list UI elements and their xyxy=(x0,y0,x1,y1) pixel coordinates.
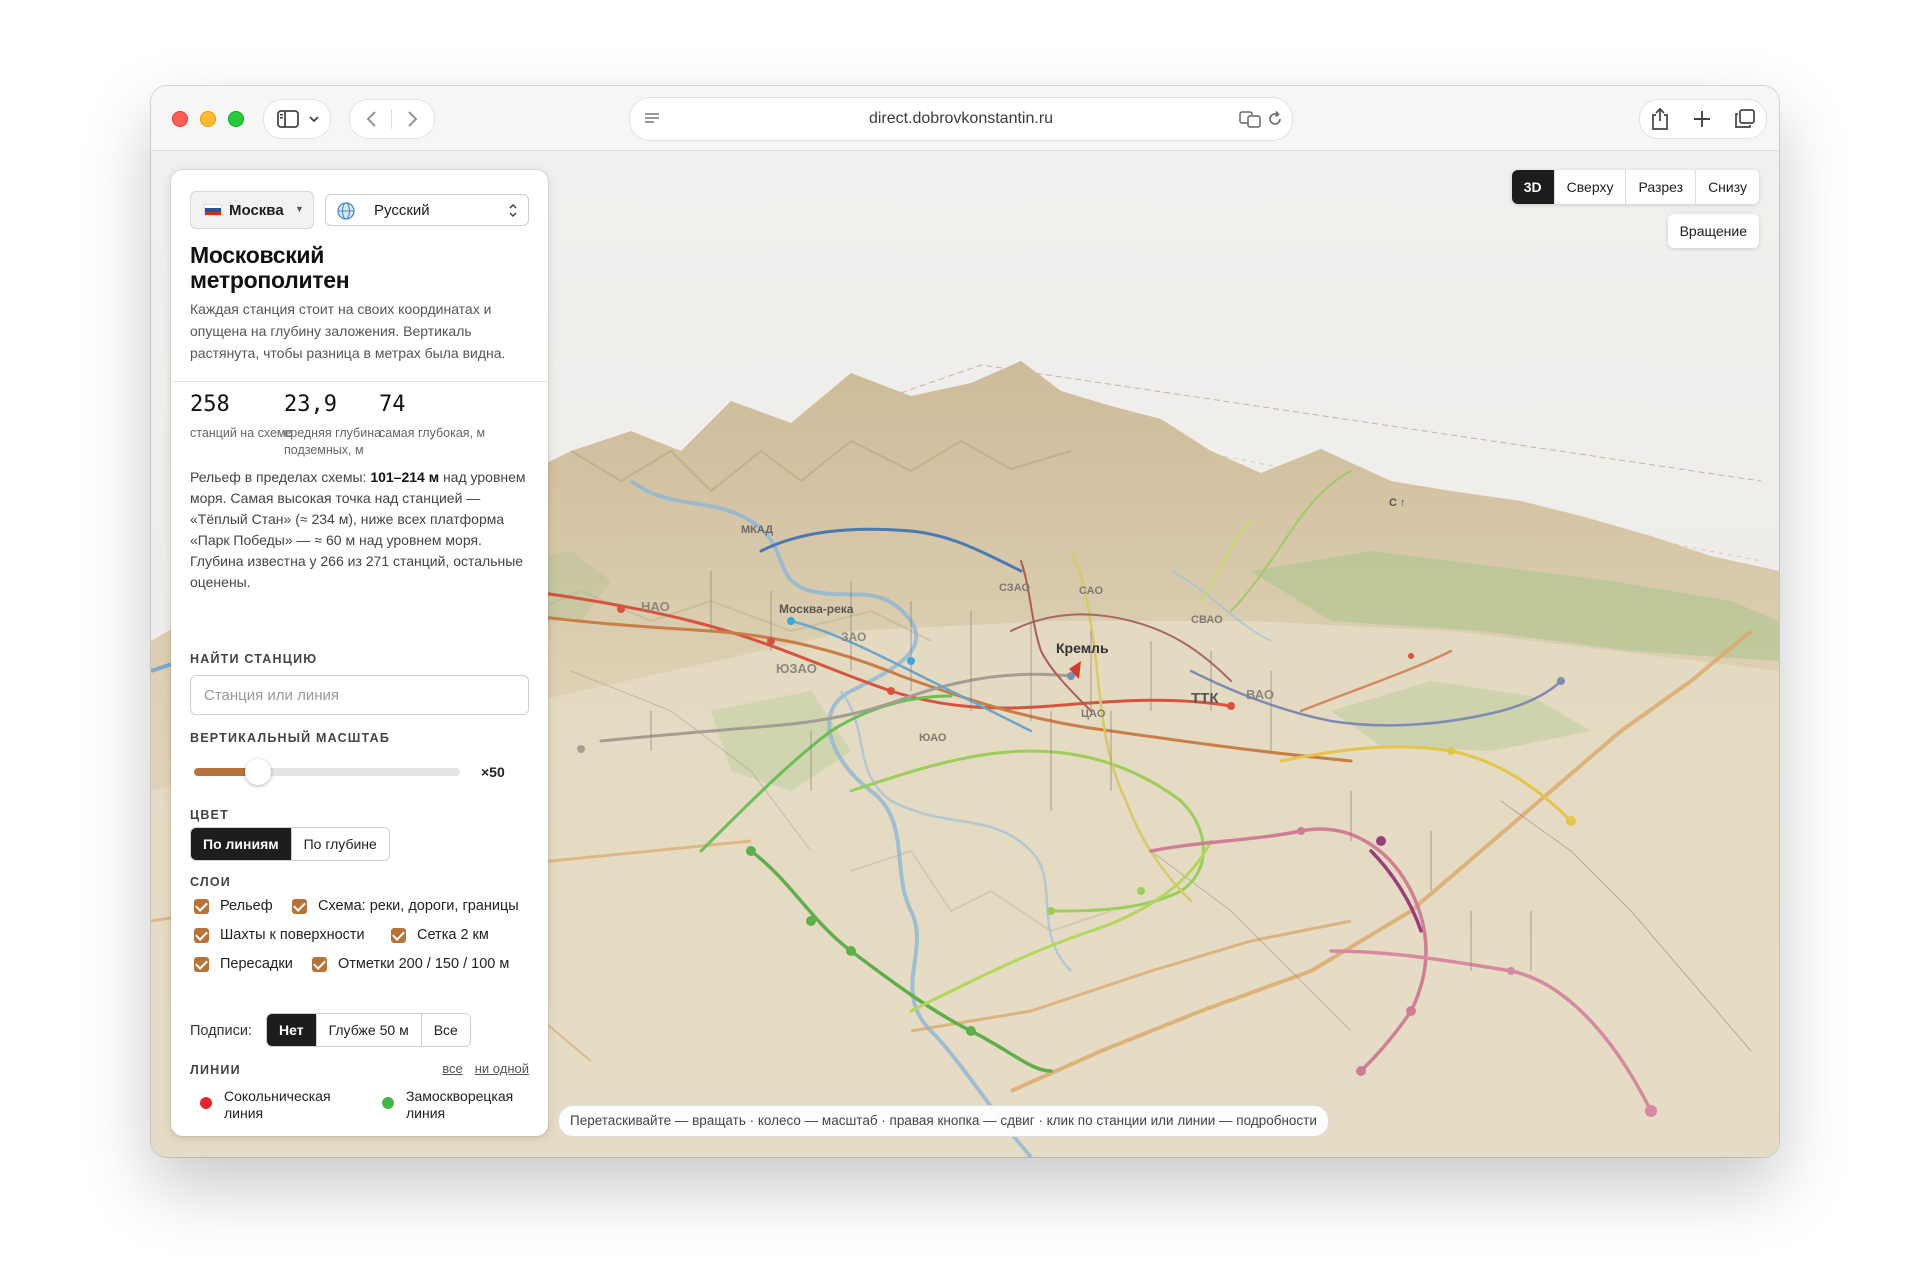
city-name: Москва xyxy=(229,202,284,219)
view-mode-bottom[interactable]: Снизу xyxy=(1695,170,1759,204)
search-heading: Найти станцию xyxy=(190,652,318,666)
stat-avg-depth-value: 23,9 xyxy=(284,392,337,417)
forward-arrow-icon[interactable] xyxy=(404,110,420,128)
map-label-mkad: МКАД xyxy=(741,524,773,536)
controls-hint: Перетаскивайте — вращать · колесо — масш… xyxy=(558,1105,1329,1137)
checkbox-checked-icon xyxy=(391,928,406,943)
color-heading: Цвет xyxy=(190,808,229,822)
labels-mode-switch: Нет Глубже 50 м Все xyxy=(266,1013,471,1047)
sidebar-icon[interactable] xyxy=(276,109,300,129)
stat-stations-value: 258 xyxy=(190,392,230,417)
history-nav-group xyxy=(349,99,435,139)
address-url: direct.dobrovkonstantin.ru xyxy=(868,110,1054,127)
checkbox-checked-icon xyxy=(194,899,209,914)
checkbox-checked-icon xyxy=(194,957,209,972)
map-label-north: С ↑ xyxy=(1389,497,1406,509)
rotate-button[interactable]: Вращение xyxy=(1667,214,1759,248)
city-selector[interactable]: Москва ▼ xyxy=(190,191,314,229)
color-by-line-button[interactable]: По линиям xyxy=(191,828,291,860)
depth-note: Глубина известна у 266 из 271 станций, о… xyxy=(190,553,524,590)
map-label-district: СЗАО xyxy=(999,582,1030,594)
scale-value: ×50 xyxy=(481,764,505,780)
slider-handle[interactable] xyxy=(244,759,271,785)
checkbox-checked-icon xyxy=(194,928,209,943)
address-bar[interactable]: direct.dobrovkonstantin.ru xyxy=(629,97,1293,141)
view-mode-section[interactable]: Разрез xyxy=(1625,170,1696,204)
reload-icon[interactable] xyxy=(1266,110,1284,128)
tabs-overview-icon[interactable] xyxy=(1734,109,1756,129)
station-search-input[interactable]: Станция или линия xyxy=(190,675,529,715)
map-label-district: ЦАО xyxy=(1081,708,1106,720)
divider xyxy=(171,381,548,382)
page-content: МКАД Москва-река Кремль ТТК С ↑ НАО ЗАО … xyxy=(151,151,1779,1157)
globe-icon xyxy=(337,202,355,220)
map-label-district: САО xyxy=(1079,585,1103,597)
map-label-ttk: ТТК xyxy=(1191,690,1219,707)
map-label-district: ЮЗАО xyxy=(776,661,817,676)
labels-mode-label: Подписи: xyxy=(190,1023,252,1039)
page-description: Каждая станция стоит на своих координата… xyxy=(190,301,506,361)
sidebar-toggle-group xyxy=(263,99,331,139)
close-window-button[interactable] xyxy=(172,111,188,127)
chevron-down-icon: ▼ xyxy=(295,204,304,214)
view-mode-switch: 3D Сверху Разрез Снизу xyxy=(1511,170,1759,204)
browser-actions-group xyxy=(1639,99,1767,139)
map-label-district: ЮАО xyxy=(919,732,947,744)
map-label-district: СВАО xyxy=(1191,614,1223,626)
browser-toolbar: direct.dobrovkonstantin.ru xyxy=(151,86,1779,151)
translate-icon[interactable] xyxy=(1239,110,1261,128)
new-tab-plus-icon[interactable] xyxy=(1693,110,1711,128)
lines-heading: Линии xyxy=(190,1063,241,1077)
map-label-district: ЗАО xyxy=(841,630,866,644)
layers-heading: Слои xyxy=(190,875,231,889)
back-arrow-icon[interactable] xyxy=(364,110,380,128)
color-mode-switch: По линиям По глубине xyxy=(190,827,390,861)
page-title: Московский метрополитен xyxy=(190,242,350,293)
lines-toggle-links: все ни одной xyxy=(430,1061,529,1076)
map-label-district: НАО xyxy=(641,599,670,614)
browser-window: direct.dobrovkonstantin.ru МКАД Москва-р… xyxy=(151,86,1779,1157)
zoom-window-button[interactable] xyxy=(228,111,244,127)
labels-none-button[interactable]: Нет xyxy=(267,1014,316,1046)
line-color-dot xyxy=(200,1097,212,1109)
lines-all-link[interactable]: все xyxy=(442,1061,463,1076)
control-panel: Москва ▼ Русский Московский метрополитен xyxy=(171,170,548,1136)
russia-flag-icon xyxy=(204,204,222,216)
labels-all-button[interactable]: Все xyxy=(420,1014,470,1046)
map-label-district: ВАО xyxy=(1246,687,1274,702)
language-value: Русский xyxy=(374,202,430,219)
color-by-depth-button[interactable]: По глубине xyxy=(290,828,389,860)
stat-deepest-value: 74 xyxy=(379,392,406,417)
view-mode-3d[interactable]: 3D xyxy=(1511,170,1554,204)
language-select[interactable]: Русский xyxy=(325,194,529,226)
map-label-river: Москва-река xyxy=(779,602,854,616)
checkbox-checked-icon xyxy=(312,957,327,972)
view-mode-top[interactable]: Сверху xyxy=(1553,170,1626,204)
stat-deepest-label: самая глубокая, м xyxy=(379,426,486,440)
relief-info: Рельеф в пределах схемы: 101–214 м над у… xyxy=(190,469,526,590)
scale-heading: Вертикальный масштаб xyxy=(190,731,391,745)
updown-chevron-icon xyxy=(509,203,517,218)
checkbox-checked-icon xyxy=(292,899,307,914)
minimize-window-button[interactable] xyxy=(200,111,216,127)
labels-deeper-button[interactable]: Глубже 50 м xyxy=(315,1014,421,1046)
chevron-down-icon[interactable] xyxy=(308,114,320,124)
map-label-kremlin: Кремль xyxy=(1056,640,1109,656)
lines-none-link[interactable]: ни одной xyxy=(475,1061,529,1076)
line-color-dot xyxy=(382,1097,394,1109)
share-icon[interactable] xyxy=(1650,107,1670,131)
